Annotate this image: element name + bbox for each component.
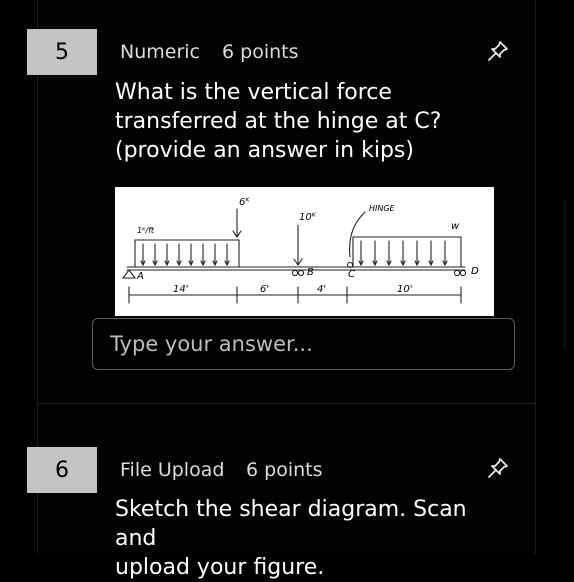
question-type: Numeric	[120, 41, 200, 63]
question-text-line: Sketch the shear diagram. Scan and	[115, 497, 467, 551]
load-label: 6ᴷ	[239, 197, 250, 208]
scrollbar[interactable]	[563, 200, 566, 350]
support-label: C	[348, 269, 355, 280]
dimension-label: 10'	[397, 284, 412, 295]
question-text: Sketch the shear diagram. Scan and uploa…	[115, 495, 485, 582]
question-text-line: upload your figure.	[115, 555, 325, 580]
question-points: 6 points	[222, 41, 299, 63]
pin-icon[interactable]	[485, 38, 511, 64]
question-text: What is the vertical force transferred a…	[115, 78, 485, 165]
question-text-line: transferred at the hinge at C?	[115, 109, 442, 134]
divider	[38, 403, 535, 404]
question-number: 5	[27, 29, 97, 75]
question-text-line: What is the vertical force	[115, 80, 392, 105]
distributed-load-label: w	[451, 221, 460, 232]
dimension-label: 14'	[173, 284, 188, 295]
answer-input[interactable]	[92, 318, 515, 370]
support-label: D	[471, 266, 479, 277]
beam-diagram-image: 6ᴷ 10ᴷ HINGE 1ᴷ/ft w A B C D 14' 6' 4' 1…	[115, 187, 494, 316]
support-label: B	[307, 267, 314, 278]
distributed-load-label: 1ᴷ/ft	[137, 226, 155, 235]
support-label: A	[136, 271, 144, 282]
question-type: File Upload	[120, 459, 225, 481]
load-label: 10ᴷ	[299, 212, 317, 223]
pin-icon[interactable]	[485, 455, 511, 481]
hinge-label: HINGE	[369, 204, 396, 213]
dimension-label: 6'	[260, 284, 269, 295]
question-number: 6	[27, 447, 97, 493]
question-text-line: (provide an answer in kips)	[115, 138, 414, 163]
dimension-label: 4'	[317, 284, 326, 295]
question-points: 6 points	[246, 459, 323, 481]
